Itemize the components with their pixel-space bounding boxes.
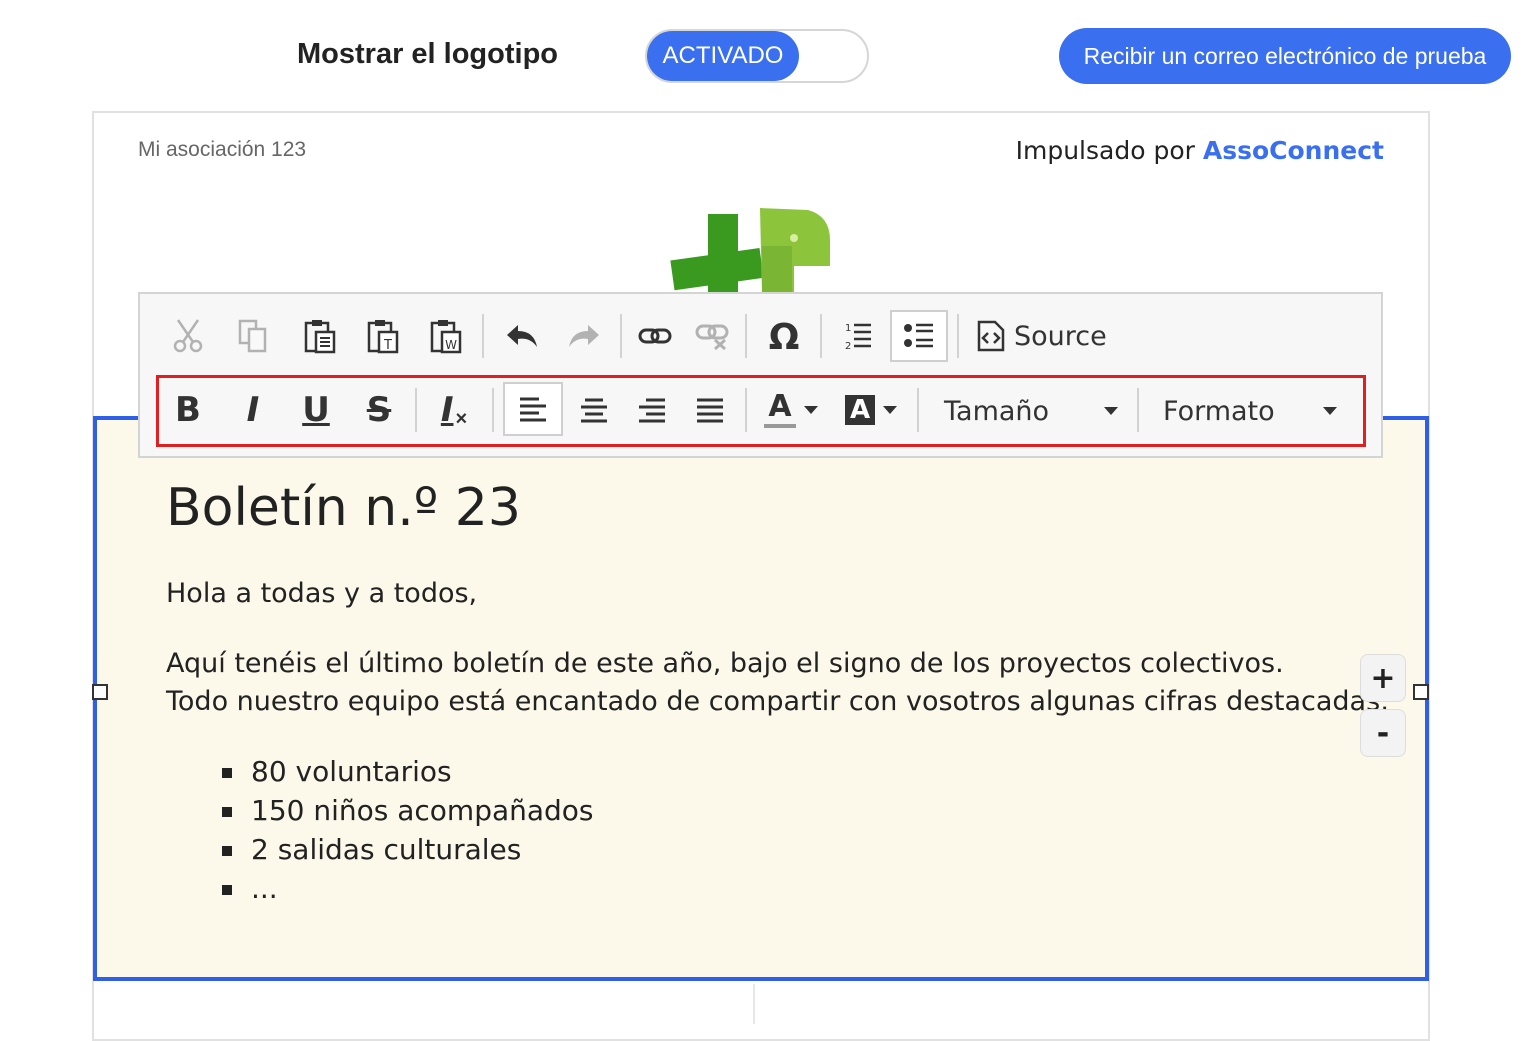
- bullet-list[interactable]: 80 voluntarios 150 niños acompañados 2 s…: [220, 752, 594, 908]
- toolbar-separator: [745, 314, 747, 358]
- toggle-state-label: ACTIVADO: [647, 31, 799, 81]
- svg-text:Ω: Ω: [769, 318, 800, 354]
- association-name: Mi asociación 123: [138, 138, 307, 161]
- source-button[interactable]: Source: [970, 310, 1110, 362]
- list-item[interactable]: 2 salidas culturales: [220, 830, 594, 869]
- source-icon: [977, 320, 1005, 352]
- column-divider: [753, 984, 755, 1024]
- svg-text:2: 2: [845, 341, 851, 352]
- paste-word-icon: W: [430, 320, 462, 354]
- toolbar-separator: [820, 314, 822, 358]
- paragraph-1[interactable]: Aquí tenéis el último boletín de este añ…: [166, 648, 1284, 679]
- powered-by-brand[interactable]: AssoConnect: [1203, 136, 1384, 165]
- bulleted-list-button[interactable]: [890, 310, 948, 362]
- toolbar-separator: [957, 314, 959, 358]
- undo-icon: [507, 325, 537, 347]
- list-item[interactable]: ...: [220, 869, 594, 908]
- list-item[interactable]: 150 niños acompañados: [220, 791, 594, 830]
- newsletter-title[interactable]: Boletín n.º 23: [166, 478, 521, 538]
- link-icon: [638, 328, 672, 344]
- cut-button[interactable]: [160, 310, 216, 362]
- powered-by-prefix: Impulsado por: [1015, 136, 1195, 165]
- unlink-icon: [695, 324, 729, 350]
- show-logo-toggle[interactable]: ACTIVADO: [645, 29, 869, 83]
- highlight-box: [156, 375, 1366, 447]
- zoom-out-button[interactable]: -: [1360, 709, 1406, 757]
- link-button[interactable]: [627, 310, 683, 362]
- special-char-button[interactable]: Ω: [756, 310, 812, 362]
- bulleted-list-icon: [904, 323, 933, 348]
- svg-text:1: 1: [845, 323, 851, 334]
- undo-button[interactable]: [494, 310, 550, 362]
- paste-word-button[interactable]: W: [418, 310, 474, 362]
- source-label: Source: [1014, 320, 1107, 352]
- paste-text-icon: T: [367, 320, 399, 354]
- redo-icon: [569, 325, 599, 347]
- copy-button[interactable]: [225, 310, 281, 362]
- scissors-icon: [173, 319, 203, 353]
- copy-icon: [238, 319, 267, 353]
- svg-text:W: W: [445, 338, 457, 352]
- paste-text-button[interactable]: T: [355, 310, 411, 362]
- numbered-list-button[interactable]: 12: [829, 310, 885, 362]
- unlink-button[interactable]: [684, 310, 740, 362]
- svg-text:T: T: [383, 338, 392, 353]
- resize-handle-right[interactable]: [1413, 684, 1429, 700]
- paste-icon: [304, 320, 336, 354]
- toolbar-separator: [620, 314, 622, 358]
- greeting-text[interactable]: Hola a todas y a todos,: [166, 578, 477, 609]
- powered-by: Impulsado por AssoConnect: [1016, 136, 1384, 165]
- redo-button[interactable]: [556, 310, 612, 362]
- paste-button[interactable]: [292, 310, 348, 362]
- toolbar-separator: [482, 314, 484, 358]
- list-item[interactable]: 80 voluntarios: [220, 752, 594, 791]
- association-logo: [668, 206, 838, 294]
- numbered-list-icon: 12: [845, 323, 871, 352]
- zoom-in-button[interactable]: +: [1360, 654, 1406, 702]
- send-test-email-button[interactable]: Recibir un correo electrónico de prueba: [1059, 28, 1511, 84]
- paragraph-2[interactable]: Todo nuestro equipo está encantado de co…: [166, 686, 1389, 717]
- omega-icon: Ω: [769, 318, 800, 354]
- resize-handle-left[interactable]: [92, 684, 108, 700]
- show-logo-label: Mostrar el logotipo: [297, 38, 558, 70]
